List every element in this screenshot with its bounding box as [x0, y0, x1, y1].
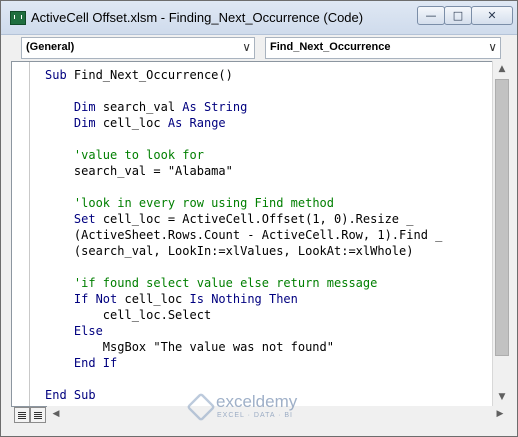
close-icon: ✕ [487, 9, 497, 22]
code-comment: 'if found select value else return messa… [73, 276, 378, 290]
code-text-token: search_val [102, 100, 183, 114]
code-line[interactable]: 'if found select value else return messa… [45, 276, 377, 290]
minimize-icon: — [425, 9, 437, 22]
window-title: ActiveCell Offset.xlsm - Finding_Next_Oc… [31, 10, 364, 25]
code-text-token: search_val = "Alabama" [73, 164, 233, 178]
code-line[interactable]: (search_val, LookIn:=xlValues, LookAt:=x… [45, 244, 414, 258]
full-module-view-button[interactable] [30, 407, 46, 423]
code-keyword: End If [73, 356, 118, 370]
excel-app-icon [10, 11, 26, 25]
code-line[interactable]: cell_loc.Select [45, 308, 211, 322]
procedure-dropdown-value: Find_Next_Occurrence [270, 41, 391, 53]
code-keyword: Else [73, 324, 103, 338]
exceldemy-watermark: exceldemy EXCEL · DATA · BI [186, 392, 338, 424]
object-dropdown-value: (General) [26, 41, 75, 53]
scroll-right-icon[interactable]: ▶ [491, 406, 509, 423]
code-line[interactable]: search_val = "Alabama" [45, 164, 233, 178]
chevron-down-icon[interactable]: ∨ [488, 40, 497, 54]
margin-indicator-bar[interactable] [12, 62, 30, 406]
code-text[interactable]: Sub Find_Next_Occurrence() Dim search_va… [45, 67, 442, 403]
code-keyword: Is Nothing Then [189, 292, 298, 306]
code-editor[interactable]: Sub Find_Next_Occurrence() Dim search_va… [11, 61, 493, 407]
scroll-up-icon[interactable]: ▲ [493, 61, 511, 78]
code-keyword: Set [73, 212, 103, 226]
code-line[interactable]: Sub Find_Next_Occurrence() [45, 68, 233, 82]
code-text-token: cell_loc.Select [102, 308, 212, 322]
code-comment: 'look in every row using Find method [73, 196, 334, 210]
code-line[interactable]: End Sub [45, 388, 96, 402]
scroll-left-icon[interactable]: ◀ [47, 406, 65, 423]
code-keyword: If Not [73, 292, 125, 306]
code-keyword: As String [182, 100, 248, 114]
code-line[interactable]: (ActiveSheet.Rows.Count - ActiveCell.Row… [45, 228, 442, 242]
code-keyword: As Range [167, 116, 226, 130]
code-line[interactable]: MsgBox "The value was not found" [45, 340, 334, 354]
code-line[interactable]: If Not cell_loc Is Nothing Then [45, 292, 298, 306]
procedure-dropdown[interactable]: Find_Next_Occurrence ∨ [265, 37, 501, 59]
maximize-button[interactable]: □ [444, 6, 472, 25]
code-line[interactable]: 'value to look for [45, 148, 204, 162]
code-text-token: cell_loc [124, 292, 190, 306]
code-text-token: Find_Next_Occurrence() [73, 68, 233, 82]
code-line[interactable]: End If [45, 356, 117, 370]
title-bar[interactable]: ActiveCell Offset.xlsm - Finding_Next_Oc… [1, 1, 517, 35]
code-line[interactable]: Else [45, 324, 103, 338]
code-text-token: (search_val, LookIn:=xlValues, LookAt:=x… [73, 244, 414, 258]
procedure-view-button[interactable] [14, 407, 30, 423]
vertical-scroll-thumb[interactable] [495, 79, 509, 356]
code-comment: 'value to look for [73, 148, 204, 162]
code-text-token: cell_loc [102, 116, 168, 130]
code-keyword: Sub [45, 68, 74, 82]
close-button[interactable]: ✕ [471, 6, 513, 25]
code-line[interactable]: Dim cell_loc As Range [45, 116, 226, 130]
code-line[interactable]: Dim search_val As String [45, 100, 247, 114]
watermark-name: exceldemy [216, 392, 298, 411]
code-keyword: End Sub [45, 388, 96, 402]
object-dropdown[interactable]: (General) ∨ [21, 37, 255, 59]
code-text-token: cell_loc = ActiveCell.Offset(1, 0).Resiz… [102, 212, 414, 226]
chevron-down-icon[interactable]: ∨ [242, 40, 251, 54]
exceldemy-logo-icon [186, 392, 216, 422]
code-text-token: (ActiveSheet.Rows.Count - ActiveCell.Row… [73, 228, 443, 242]
vbe-code-window: ActiveCell Offset.xlsm - Finding_Next_Oc… [0, 0, 518, 437]
scroll-down-icon[interactable]: ▼ [493, 389, 511, 406]
minimize-button[interactable]: — [417, 6, 445, 25]
code-text-token: MsgBox "The value was not found" [102, 340, 334, 354]
maximize-icon: □ [452, 9, 464, 22]
code-keyword: Dim [73, 116, 103, 130]
code-keyword: Dim [73, 100, 103, 114]
code-line[interactable]: Set cell_loc = ActiveCell.Offset(1, 0).R… [45, 212, 414, 226]
vertical-scrollbar[interactable]: ▲ ▼ [492, 61, 511, 406]
watermark-tagline: EXCEL · DATA · BI [217, 412, 293, 419]
code-line[interactable]: 'look in every row using Find method [45, 196, 334, 210]
